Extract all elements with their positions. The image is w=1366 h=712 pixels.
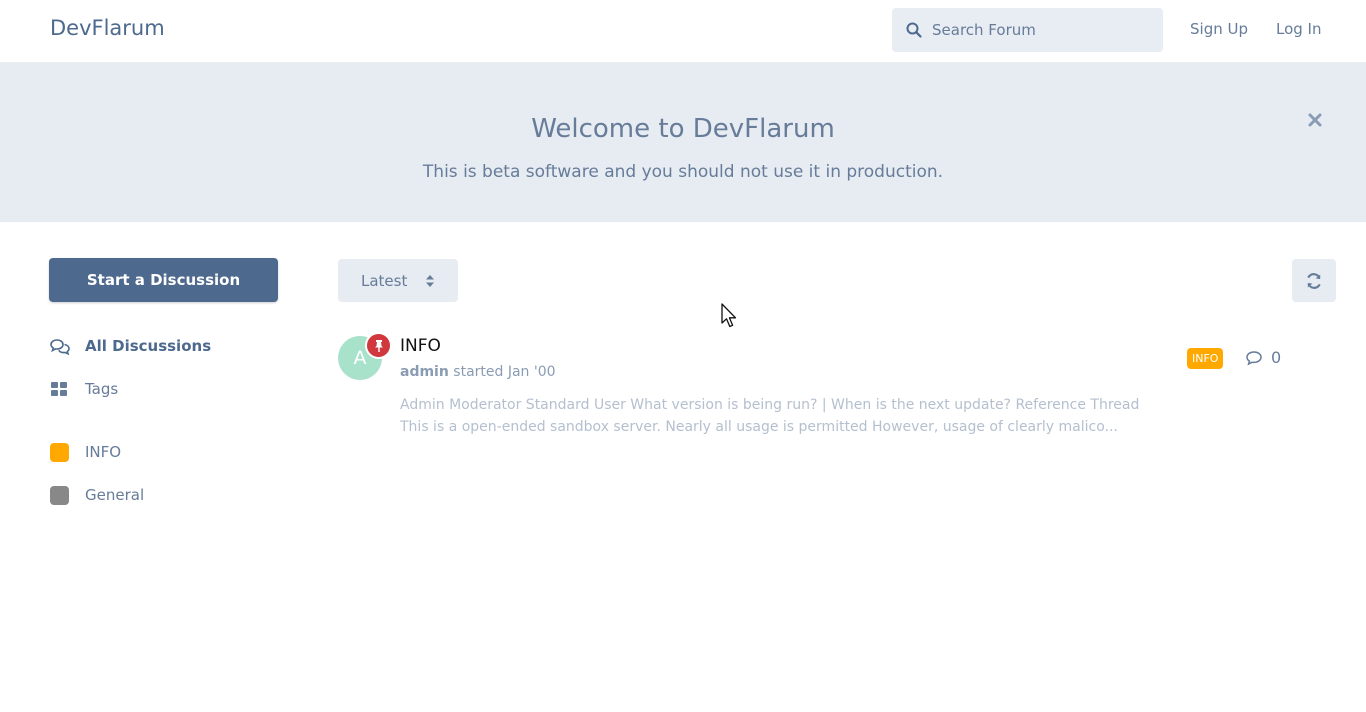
start-discussion-button[interactable]: Start a Discussion: [49, 258, 278, 302]
nav-label: General: [85, 486, 145, 504]
pinned-badge: [365, 332, 392, 359]
nav-label: INFO: [85, 443, 122, 461]
search-icon: [906, 22, 922, 38]
sort-dropdown[interactable]: Latest: [338, 259, 458, 302]
discussion-excerpt: Admin Moderator Standard User What versi…: [400, 397, 1140, 435]
discussion-tag-badge[interactable]: INFO: [1187, 348, 1224, 369]
search-box[interactable]: [892, 8, 1163, 52]
tag-swatch-container: [50, 442, 72, 462]
tags-grid-icon: [50, 380, 72, 398]
log-in-link[interactable]: Log In: [1276, 20, 1322, 38]
tag-color-swatch: [50, 442, 69, 462]
nav-tag-general[interactable]: General: [50, 485, 145, 505]
nav-all-discussions[interactable]: All Discussions: [50, 337, 211, 355]
tag-color-swatch: [50, 485, 69, 505]
refresh-button[interactable]: [1292, 259, 1336, 302]
reply-count-value: 0: [1271, 348, 1282, 367]
tag-swatch-container: [50, 485, 72, 505]
nav-tags[interactable]: Tags: [50, 380, 118, 398]
close-icon: [1308, 113, 1322, 127]
sign-up-link[interactable]: Sign Up: [1190, 20, 1248, 38]
nav-label: Tags: [85, 380, 119, 398]
comments-icon: [50, 337, 72, 355]
brand-logo[interactable]: DevFlarum: [50, 16, 165, 40]
discussion-started: started Jan '00: [453, 364, 556, 380]
hero-title: Welcome to DevFlarum: [531, 114, 835, 144]
mouse-cursor-icon: [721, 303, 737, 328]
reply-count: 0: [1245, 348, 1281, 367]
sort-selected-label: Latest: [361, 271, 408, 290]
hero-close-button[interactable]: [1305, 110, 1325, 130]
sort-caret-icon: [426, 274, 435, 287]
search-input[interactable]: [932, 21, 1152, 39]
discussion-author[interactable]: admin: [400, 364, 449, 380]
welcome-hero: Welcome to DevFlarum This is beta softwa…: [0, 62, 1366, 222]
comment-icon: [1246, 350, 1262, 365]
header: DevFlarum Sign Up Log In: [0, 0, 1366, 62]
nav-tag-info[interactable]: INFO: [50, 442, 122, 462]
discussion-meta: admin started Jan '00: [400, 364, 556, 380]
hero-subtitle: This is beta software and you should not…: [422, 162, 944, 182]
discussion-title[interactable]: INFO: [400, 336, 441, 356]
nav-label: All Discussions: [85, 337, 212, 355]
discussion-list-item[interactable]: A INFO admin started Jan '00 Admin Moder…: [338, 330, 1298, 440]
refresh-icon: [1307, 272, 1321, 289]
pin-icon: [374, 339, 383, 352]
